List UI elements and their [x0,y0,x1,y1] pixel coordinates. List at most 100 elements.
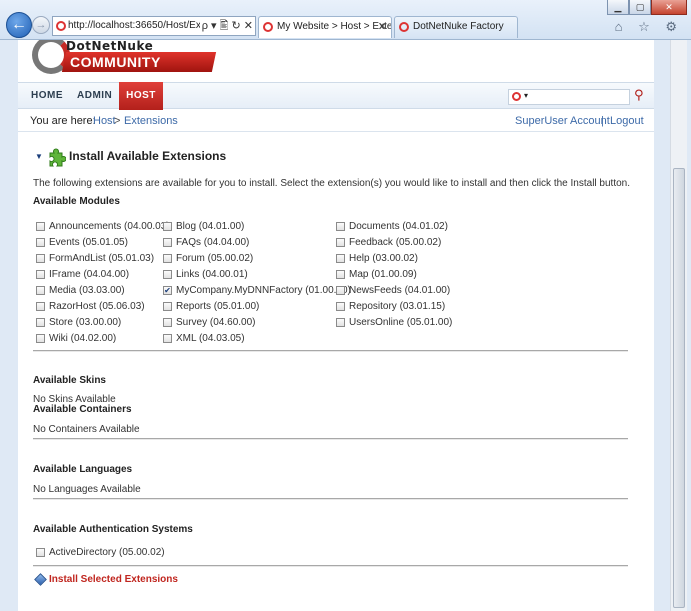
checkbox-box[interactable] [336,270,345,279]
breadcrumb-host[interactable]: Host [93,110,116,132]
breadcrumb: You are here: Host > Extensions SuperUse… [18,110,654,132]
address-actions[interactable]: ρ ▾ 🖺 ↻ ✕ [199,17,253,35]
checkbox-box[interactable] [336,318,345,327]
forward-button[interactable]: → [32,16,50,34]
module-checkbox[interactable]: FAQs (04.04.00) [163,236,249,250]
module-checkbox[interactable]: NewsFeeds (04.01.00) [336,284,450,298]
browser-toolbar-icons[interactable]: ⌂ ☆ ⚙ [615,19,683,35]
tab-dotnetnuke-factory[interactable]: DotNetNuke Factory [394,16,518,38]
checkbox-checked[interactable]: ✔ [163,286,172,295]
checkbox-box[interactable] [163,270,172,279]
breadcrumb-label: You are here: [30,115,96,127]
install-extensions-module: ▼ Install Available Extensions The follo… [33,148,630,586]
breadcrumb-extensions[interactable]: Extensions [124,110,178,132]
module-checkbox[interactable]: Events (05.01.05) [36,236,128,250]
menu-admin[interactable]: ADMIN [77,83,112,109]
module-checkbox[interactable]: Documents (04.01.02) [336,220,448,234]
module-title: Install Available Extensions [69,149,227,163]
search-provider-icon[interactable] [512,92,521,101]
forward-arrow-icon: → [35,19,47,31]
maximize-button[interactable]: ▢ [629,0,651,15]
module-checkbox[interactable]: Wiki (04.02.00) [36,332,116,346]
user-links-separator: | [601,115,604,127]
checkbox-box[interactable] [336,222,345,231]
close-window-button[interactable]: ✕ [651,0,687,15]
auth-checkbox-activedirectory[interactable]: ActiveDirectory (05.00.02) [36,546,165,560]
minimize-button[interactable]: ▁ [607,0,629,15]
logo-community-banner: COMMUNITY [61,52,217,72]
module-checkbox[interactable]: Forum (05.00.02) [163,252,253,266]
module-checkbox[interactable]: Media (03.03.00) [36,284,125,298]
module-checkbox[interactable]: XML (04.03.05) [163,332,245,346]
logout-link[interactable]: Logout [610,110,644,132]
module-checkbox[interactable]: UsersOnline (05.01.00) [336,316,452,330]
checkbox-box[interactable] [336,254,345,263]
module-checkbox[interactable]: Announcements (04.00.03) [36,220,170,234]
browser-chrome: ← → http://localhost:36650/Host/Extensic… [0,0,691,40]
section-divider [33,565,628,567]
page-scrollbar[interactable] [670,40,687,611]
checkbox-box[interactable] [163,334,172,343]
module-checkbox[interactable]: Store (03.00.00) [36,316,121,330]
install-selected-extensions-link[interactable]: Install Selected Extensions [49,574,178,585]
module-checkbox[interactable]: Reports (05.01.00) [163,300,259,314]
tab-close-icon[interactable]: ✕ [378,17,387,37]
scrollbar-thumb[interactable] [673,168,685,608]
available-containers-title: Available Containers [33,404,132,415]
chevron-down-icon[interactable]: ▾ [524,91,528,100]
checkbox-box[interactable] [36,286,45,295]
available-auth-systems-title: Available Authentication Systems [33,524,193,535]
module-checkbox[interactable]: Map (01.00.09) [336,268,417,282]
checkbox-box[interactable] [163,222,172,231]
superuser-account-link[interactable]: SuperUser Account [515,110,610,132]
checkbox-box[interactable] [36,270,45,279]
checkbox-box[interactable] [36,302,45,311]
window-controls: ▁ ▢ ✕ [607,0,687,16]
section-divider [33,350,628,352]
collapse-triangle-icon[interactable]: ▼ [35,152,43,161]
tab-site-icon [399,22,409,32]
checkbox-box[interactable] [163,318,172,327]
module-checkbox[interactable]: Blog (04.01.00) [163,220,244,234]
search-icon[interactable]: ⚲ [634,87,644,103]
checkbox-box[interactable] [36,254,45,263]
tab-label: My Website > Host > Exten... [277,21,392,32]
back-arrow-icon: ← [11,16,27,33]
address-bar[interactable]: http://localhost:36650/Host/Extensic ρ ▾… [52,16,256,36]
module-checkbox[interactable]: Feedback (05.00.02) [336,236,441,250]
available-modules-title: Available Modules [33,196,120,207]
checkbox-box[interactable] [36,548,45,557]
menu-host[interactable]: HOST [119,82,163,110]
section-divider [33,438,628,440]
available-skins-title: Available Skins [33,375,106,386]
checkbox-box[interactable] [336,286,345,295]
tab-site-icon [263,22,273,32]
checkbox-box[interactable] [36,222,45,231]
checkbox-box[interactable] [163,302,172,311]
module-checkbox[interactable]: Help (03.00.02) [336,252,418,266]
checkbox-box[interactable] [36,238,45,247]
module-checkbox[interactable]: FormAndList (05.01.03) [36,252,154,266]
site-logo[interactable]: DotNetNuke COMMUNITY [26,40,217,74]
checkbox-box[interactable] [163,238,172,247]
tab-label: DotNetNuke Factory [413,21,504,32]
menu-home[interactable]: HOME [31,83,63,109]
search-input[interactable]: ▾ [508,89,630,105]
module-checkbox[interactable]: Links (04.00.01) [163,268,248,282]
module-checkbox[interactable]: Survey (04.60.00) [163,316,256,330]
module-checkbox[interactable]: RazorHost (05.06.03) [36,300,145,314]
checkbox-box[interactable] [336,302,345,311]
puzzle-piece-icon [49,148,66,167]
module-checkbox-mycompany[interactable]: ✔ MyCompany.MyDNNFactory (01.00.00) [163,284,351,298]
available-languages-title: Available Languages [33,464,133,475]
module-checkbox[interactable]: IFrame (04.04.00) [36,268,129,282]
main-menu: HOME ADMIN HOST ▾ ⚲ [18,82,654,110]
checkbox-box[interactable] [36,318,45,327]
module-checkbox[interactable]: Repository (03.01.15) [336,300,445,314]
checkbox-box[interactable] [336,238,345,247]
checkbox-box[interactable] [36,334,45,343]
diamond-bullet-icon [34,573,47,586]
tab-my-website[interactable]: My Website > Host > Exten... ✕ [258,16,392,38]
checkbox-box[interactable] [163,254,172,263]
back-button[interactable]: ← [6,12,32,38]
